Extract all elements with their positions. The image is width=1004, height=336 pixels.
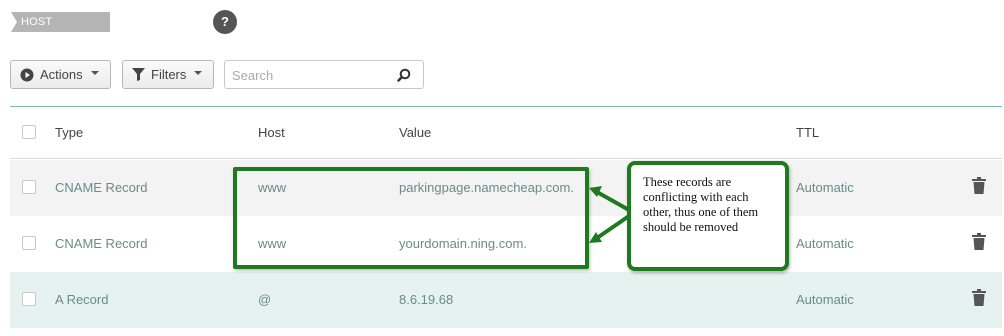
record-type: CNAME Record: [55, 236, 148, 251]
header-ttl: TTL: [796, 125, 820, 140]
select-all-checkbox[interactable]: [22, 125, 36, 139]
record-ttl: Automatic: [796, 292, 854, 307]
table-header: Type Host Value TTL: [10, 107, 1002, 159]
filter-icon: [132, 68, 145, 81]
annotation-note: These records are conflicting with each …: [627, 161, 789, 271]
row-checkbox[interactable]: [22, 292, 36, 306]
record-value: 8.6.19.68: [399, 292, 454, 307]
header-type: Type: [55, 125, 84, 140]
filters-button[interactable]: Filters: [122, 60, 214, 89]
trash-icon[interactable]: [972, 233, 986, 255]
filters-label: Filters: [151, 67, 187, 82]
record-ttl: Automatic: [796, 180, 854, 195]
record-type: CNAME Record: [55, 180, 148, 195]
chevron-down-icon: [194, 71, 203, 75]
search-icon[interactable]: [397, 68, 411, 87]
chevron-down-icon: [90, 71, 99, 75]
actions-button[interactable]: Actions: [10, 60, 111, 89]
host-records-tag: HOST RECORDS: [11, 12, 110, 48]
header-host: Host: [258, 125, 285, 140]
actions-label: Actions: [40, 67, 83, 82]
search-box: [224, 60, 424, 89]
double-arrow-icon: [589, 186, 631, 243]
table-row[interactable]: A Record @ 8.6.19.68 Automatic: [10, 272, 1002, 328]
conflict-highlight-box: [233, 167, 589, 269]
row-checkbox[interactable]: [22, 180, 36, 194]
search-input[interactable]: [232, 66, 392, 84]
record-host: @: [258, 292, 272, 307]
record-ttl: Automatic: [796, 236, 854, 251]
header-value: Value: [399, 125, 432, 140]
trash-icon[interactable]: [972, 289, 986, 311]
play-circle-icon: [20, 68, 34, 82]
trash-icon[interactable]: [972, 177, 986, 199]
help-icon[interactable]: ?: [213, 10, 237, 34]
record-type: A Record: [55, 292, 109, 307]
row-checkbox[interactable]: [22, 236, 36, 250]
